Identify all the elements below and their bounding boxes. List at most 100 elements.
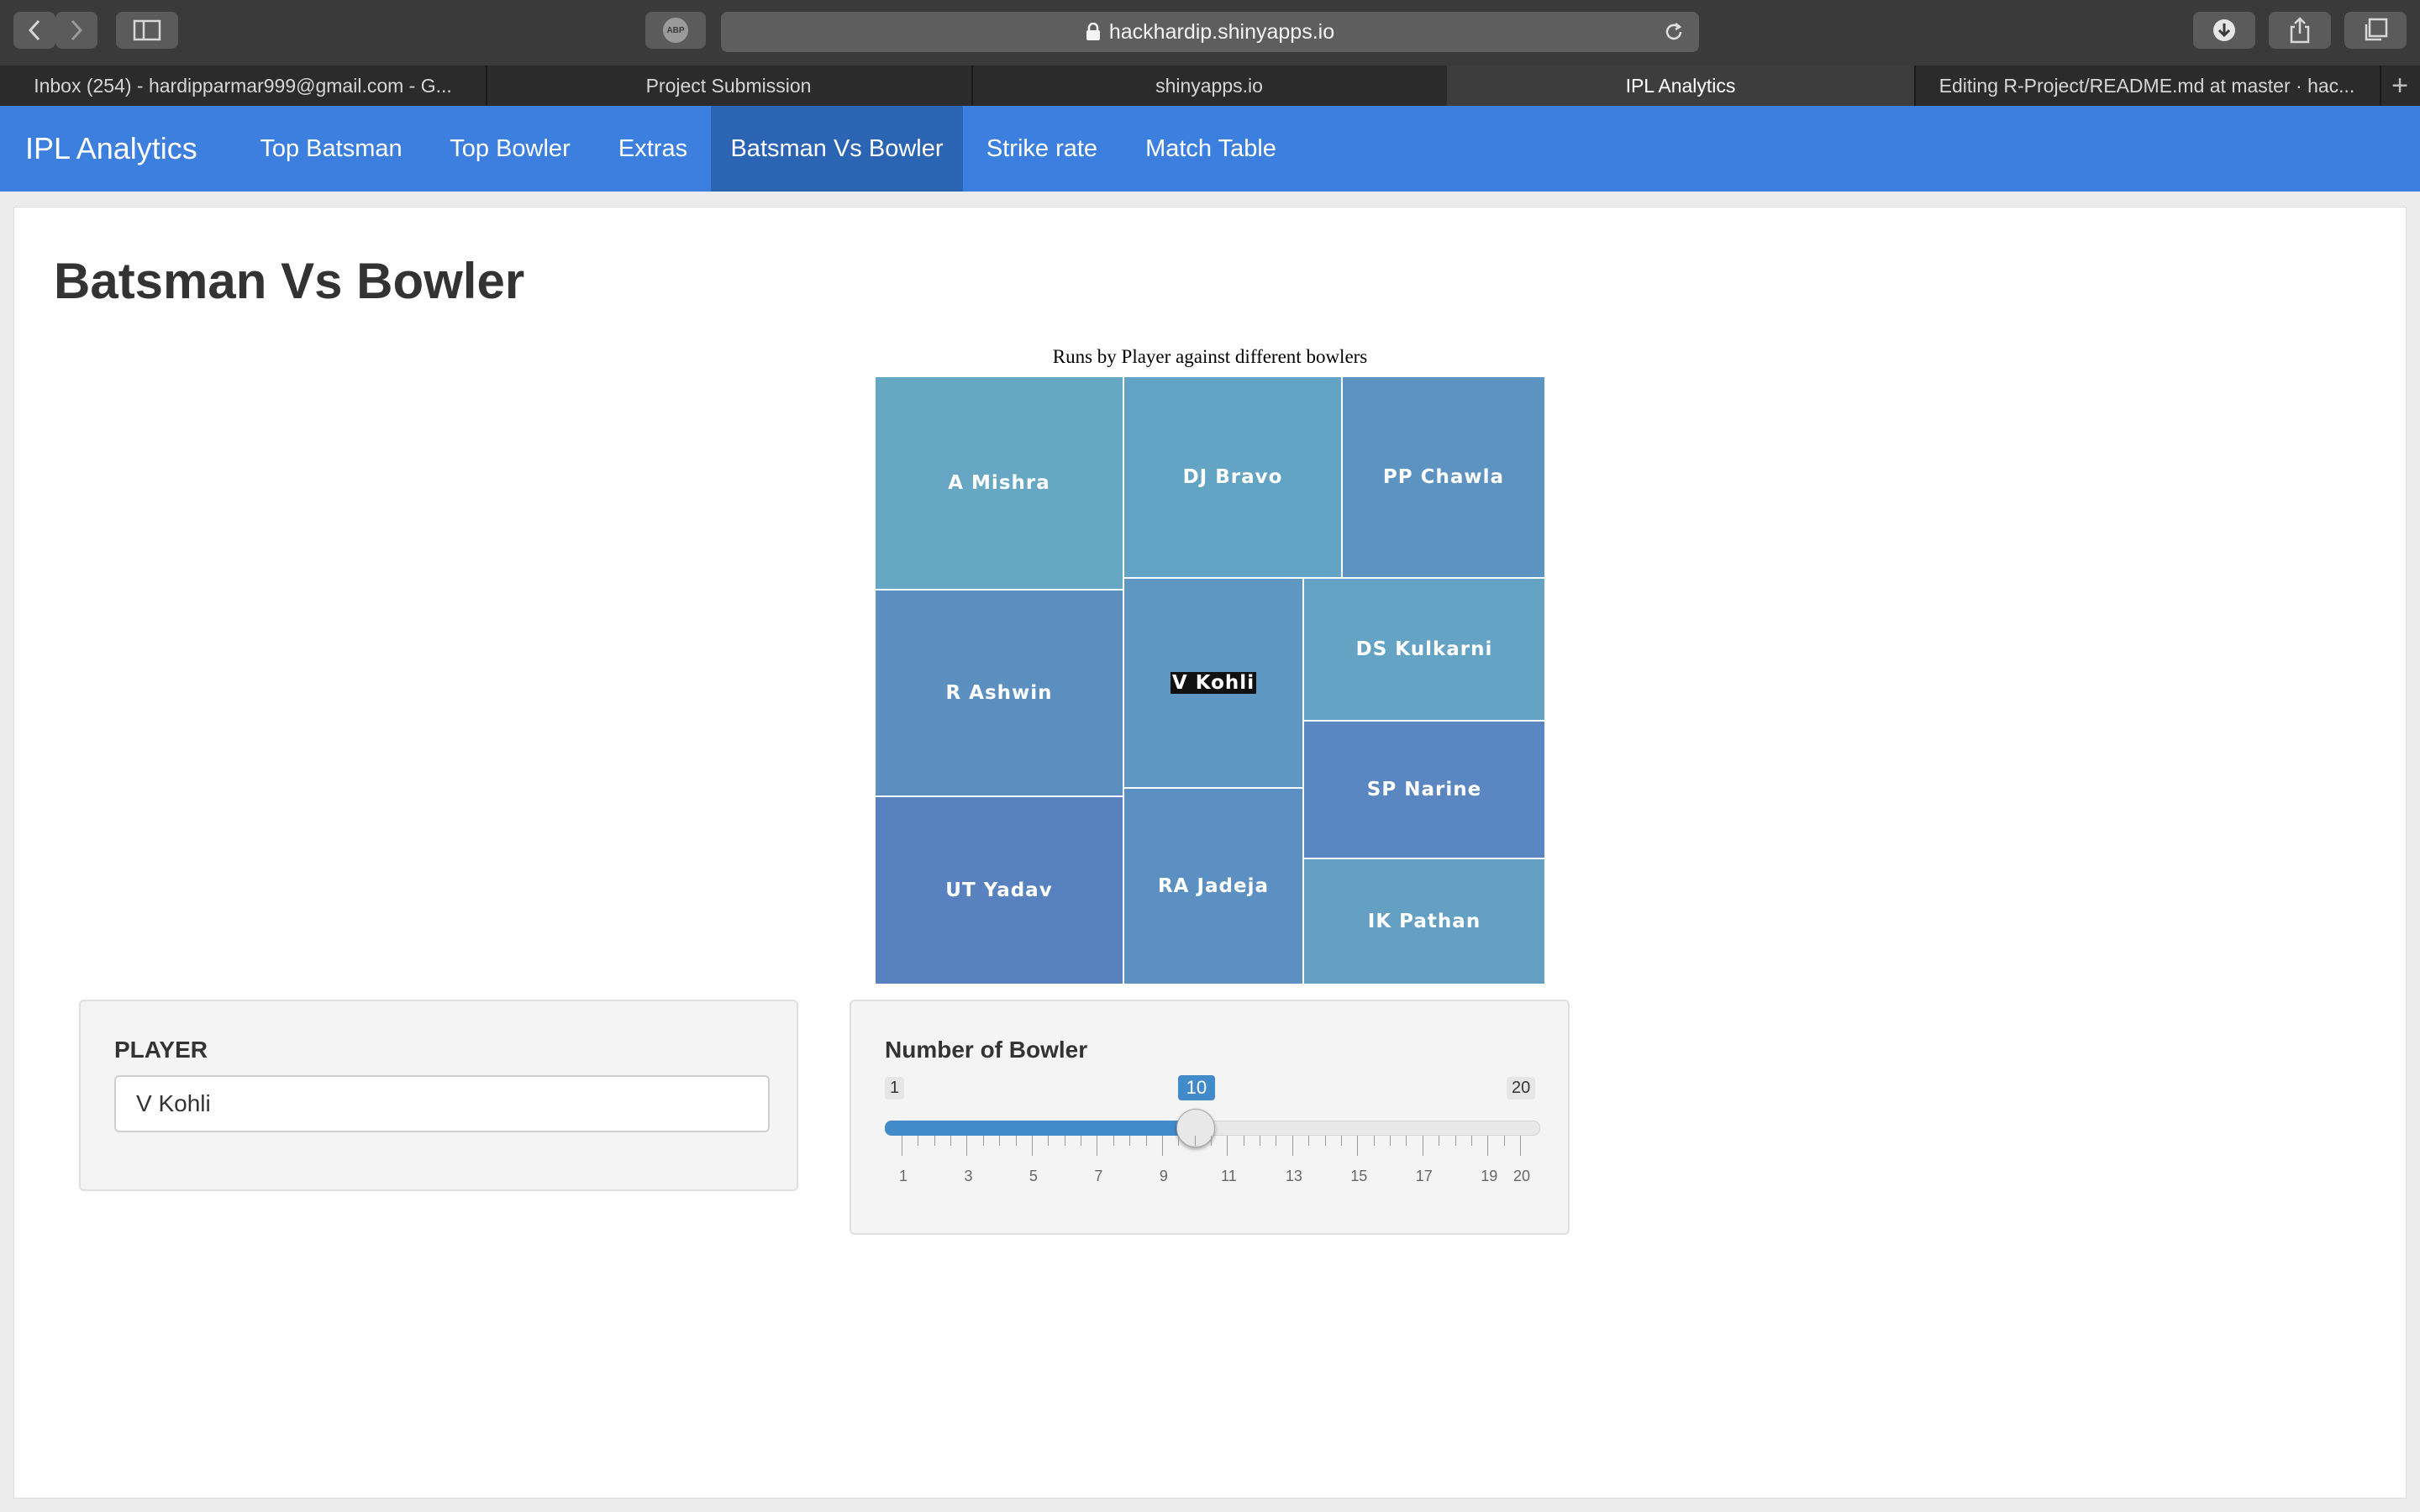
back-button[interactable] [13,12,55,49]
player-input[interactable] [114,1075,770,1132]
nav-extras[interactable]: Extras [595,106,711,192]
browser-tab-project-submission[interactable]: Project Submission [486,66,973,106]
url-text: hackhardip.shinyapps.io [1108,19,1335,44]
slider-tick [999,1136,1001,1146]
treemap-cell-label: A Mishra [948,472,1050,494]
nav-match-table[interactable]: Match Table [1121,106,1301,192]
slider-tick-label: 5 [1028,1168,1038,1184]
slider-tick-label: 17 [1415,1168,1433,1184]
slider-tick [1308,1136,1310,1146]
share-button[interactable] [2269,12,2331,49]
slider-handle[interactable] [1176,1109,1215,1147]
slider-tick-label: 13 [1285,1168,1302,1184]
reload-icon[interactable] [1662,20,1686,44]
forward-button[interactable] [55,12,97,49]
slider-tick [1113,1136,1114,1146]
bowler-panel: Number of Bowler 1 20 10 1 3 5 7 9 11 13 15 17 19… [850,1000,1570,1235]
slider-tick [1211,1136,1212,1146]
slider-tick [1048,1136,1050,1146]
browser-tab-shinyapps[interactable]: shinyapps.io [971,66,1449,106]
slider-tick [1324,1136,1326,1146]
treemap-cell-label: IK Pathan [1367,911,1481,932]
sidebar-toggle-button[interactable] [116,12,178,49]
treemap-cell-label: V Kohli [1170,672,1257,694]
app-navbar: IPL Analytics Top Batsman Top Bowler Ext… [0,106,2420,192]
tab-label: IPL Analytics [1625,74,1736,97]
treemap-cell-sp-narine: SP Narine [1303,721,1545,858]
new-tab-button[interactable]: + [2380,66,2420,106]
slider-tick-label: 15 [1350,1168,1368,1184]
slider-tick [1031,1136,1033,1156]
chart-title: Runs by Player against different bowlers [1052,346,1368,367]
slider-tick [1227,1136,1228,1156]
nav-batsman-vs-bowler[interactable]: Batsman Vs Bowler [711,106,963,192]
slider-tick [1015,1136,1017,1146]
slider-bar [885,1121,1195,1136]
treemap-cell-label: PP Chawla [1382,466,1505,488]
adblock-icon: ABP [663,18,688,43]
browser-tab-editing-readme[interactable]: Editing R-Project/README.md at master · … [1914,66,2381,106]
slider-tick [1194,1136,1196,1146]
slider-tick-label: 9 [1159,1168,1168,1184]
slider-tick-label: 3 [964,1168,973,1184]
chevron-right-icon [71,19,83,41]
slider-max-label: 20 [1507,1077,1536,1100]
tab-label: shinyapps.io [1155,74,1263,97]
player-label: PLAYER [114,1037,208,1063]
address-bar[interactable]: hackhardip.shinyapps.io [721,12,1699,52]
download-icon [2213,19,2235,41]
slider-tick [1373,1136,1375,1146]
downloads-button[interactable] [2193,12,2255,49]
app-brand[interactable]: IPL Analytics [25,106,197,192]
bowler-slider-label: Number of Bowler [885,1037,1088,1063]
slider-tick [1406,1136,1407,1146]
browser-toolbar: ABP hackhardip.shinyapps.io [0,0,2420,66]
slider-tick [1340,1136,1342,1146]
browser-tab-ipl-analytics[interactable]: IPL Analytics [1447,66,1916,106]
chevron-left-icon [28,19,40,41]
browser-tab-inbox[interactable]: Inbox (254) - hardipparmar999@gmail.com … [0,66,487,106]
slider-tick [1357,1136,1359,1156]
treemap-cell-dj-bravo: DJ Bravo [1123,376,1342,578]
treemap-cell-a-mishra: A Mishra [875,376,1123,590]
treemap-cell-label: RA Jadeja [1157,875,1270,897]
tab-overview-button[interactable] [2344,12,2407,49]
treemap-cell-label: SP Narine [1366,779,1482,801]
slider-min-label: 1 [885,1077,905,1100]
slider-tick-label: 1 [898,1168,908,1184]
nav-top-batsman[interactable]: Top Batsman [237,106,425,192]
player-panel: PLAYER [79,1000,798,1191]
slider-tick [1470,1136,1472,1146]
tabs-icon [2365,18,2388,41]
tab-label: Project Submission [645,74,812,97]
slider-value-label: 10 [1177,1075,1216,1100]
page-title: Batsman Vs Bowler [54,253,525,309]
lock-icon [1086,23,1100,40]
treemap-cell-ds-kulkarni: DS Kulkarni [1303,578,1545,721]
slider-tick [1145,1136,1147,1146]
tab-label: Inbox (254) - hardipparmar999@gmail.com … [34,74,452,97]
treemap-cell-ut-yadav: UT Yadav [875,796,1123,984]
slider-tick-label: 11 [1221,1168,1237,1184]
treemap-cell-label: R Ashwin [945,682,1053,704]
slider-tick [1161,1136,1163,1156]
slider-tick-label: 19 [1481,1168,1498,1184]
treemap-cell-label: UT Yadav [945,879,1053,901]
share-icon [2290,17,2310,44]
slider-tick [950,1136,952,1146]
browser-tab-bar: Inbox (254) - hardipparmar999@gmail.com … [0,66,2420,106]
nav-strike-rate[interactable]: Strike rate [963,106,1121,192]
slider-tick [1503,1136,1505,1146]
slider-tick [1178,1136,1180,1146]
adblock-button[interactable]: ABP [645,12,706,49]
treemap-chart: A Mishra DJ Bravo PP Chawla R Ashwin V Kohli… [875,376,1545,984]
nav-top-bowler[interactable]: Top Bowler [425,106,595,192]
slider-tick [1129,1136,1131,1146]
treemap-cell-ra-jadeja: RA Jadeja [1123,788,1303,984]
slider-tick [966,1136,968,1156]
tab-label: Editing R-Project/README.md at master · … [1939,74,2355,97]
slider-tick [1390,1136,1392,1146]
slider-tick [1487,1136,1489,1156]
slider-tick [982,1136,984,1146]
slider-tick [1520,1136,1521,1156]
